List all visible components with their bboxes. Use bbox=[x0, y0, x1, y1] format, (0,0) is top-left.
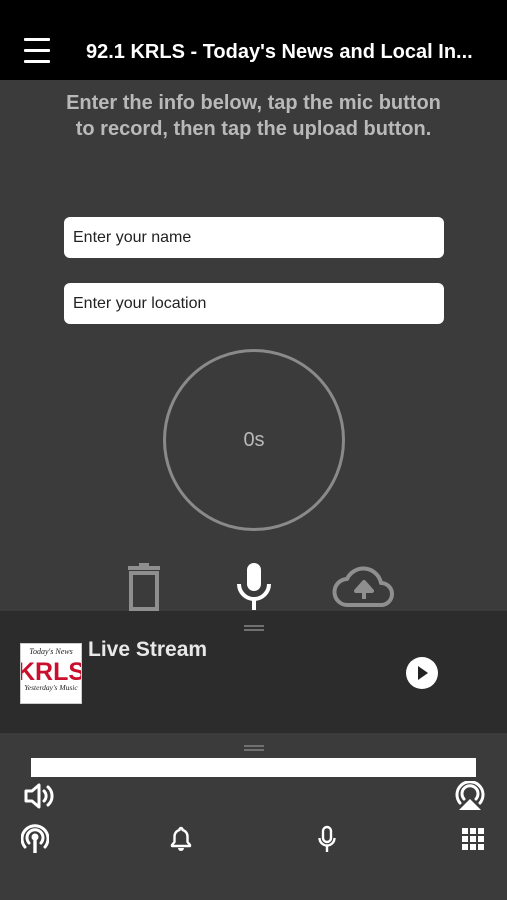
play-icon bbox=[418, 666, 428, 680]
volume-icon bbox=[24, 783, 54, 809]
microphone-icon bbox=[237, 563, 271, 610]
elapsed-time: 0s bbox=[243, 428, 265, 451]
cloud-upload-icon bbox=[332, 566, 394, 608]
krls-logo: Today's News KRLS Yesterday's Music bbox=[21, 644, 81, 703]
nav-notifications[interactable] bbox=[166, 822, 196, 856]
record-mic-button[interactable] bbox=[230, 562, 278, 612]
airplay-icon bbox=[455, 781, 485, 810]
stream-progress-bar[interactable] bbox=[31, 758, 476, 777]
name-input[interactable] bbox=[64, 217, 444, 258]
upload-recording-button[interactable] bbox=[330, 562, 398, 612]
trash-icon bbox=[128, 563, 160, 611]
delete-recording-button[interactable] bbox=[120, 562, 168, 612]
logo-bottom-text: Yesterday's Music bbox=[24, 683, 78, 692]
hamburger-menu-icon[interactable] bbox=[24, 38, 52, 66]
app-header: 92.1 KRLS - Today's News and Local In... bbox=[0, 0, 507, 80]
drag-handle-bottom[interactable] bbox=[244, 745, 264, 751]
stream-title: Live Stream bbox=[88, 638, 208, 661]
nav-more[interactable] bbox=[458, 824, 488, 854]
instructions-text: Enter the info below, tap the mic button… bbox=[66, 92, 441, 140]
airplay-button[interactable] bbox=[452, 780, 488, 812]
broadcast-icon bbox=[21, 824, 49, 853]
volume-button[interactable] bbox=[22, 780, 56, 812]
location-input[interactable] bbox=[64, 283, 444, 324]
logo-top-text: Today's News bbox=[29, 647, 72, 656]
album-art: Today's News KRLS Yesterday's Music bbox=[20, 643, 82, 704]
recording-timer: 0s bbox=[163, 349, 345, 531]
page-title: 92.1 KRLS - Today's News and Local In... bbox=[86, 41, 473, 63]
microphone-icon bbox=[318, 825, 336, 852]
drag-handle[interactable] bbox=[244, 625, 264, 631]
logo-brand-text: KRLS bbox=[21, 658, 81, 686]
nav-record[interactable] bbox=[312, 822, 342, 856]
play-button[interactable] bbox=[406, 657, 438, 689]
nav-live-stream[interactable] bbox=[18, 822, 52, 856]
grid-icon bbox=[462, 828, 484, 850]
bell-icon bbox=[170, 826, 192, 851]
